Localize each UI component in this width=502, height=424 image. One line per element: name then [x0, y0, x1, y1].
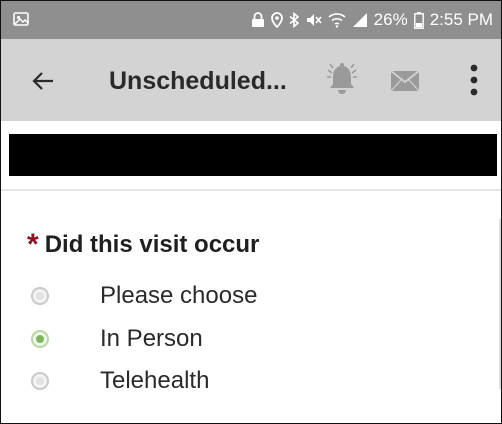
lock-icon	[251, 12, 265, 28]
radio-button-icon[interactable]	[31, 287, 49, 305]
signal-icon	[352, 12, 368, 28]
divider	[1, 189, 501, 191]
radio-option-in-person[interactable]: In Person	[27, 322, 327, 356]
location-icon	[270, 12, 283, 28]
app-screen: 26% 2:55 PM Unscheduled... * Did this vi…	[0, 0, 502, 424]
bell-icon	[327, 63, 357, 94]
adjacent-card-edge	[499, 219, 501, 389]
radio-button-icon[interactable]	[31, 372, 49, 390]
required-marker: *	[27, 228, 39, 261]
overflow-menu-button[interactable]	[459, 57, 489, 103]
mail-icon	[390, 70, 420, 92]
page-title: Unscheduled...	[109, 67, 287, 95]
status-bar: 26% 2:55 PM	[1, 1, 501, 39]
radio-button-selected-icon[interactable]	[31, 330, 49, 348]
more-vert-icon	[470, 64, 478, 96]
battery-icon	[413, 11, 424, 29]
bluetooth-icon	[289, 12, 300, 28]
radio-label: Telehealth	[100, 367, 210, 394]
radio-label: In Person	[100, 325, 203, 352]
question-heading: * Did this visit occur	[27, 225, 259, 265]
status-indicators: 26% 2:55 PM	[251, 1, 493, 39]
redacted-banner	[9, 134, 497, 176]
radio-label: Please choose	[100, 282, 258, 309]
radio-option-please-choose[interactable]: Please choose	[27, 279, 327, 313]
back-button[interactable]	[23, 63, 63, 99]
back-arrow-icon	[32, 72, 53, 90]
app-icon	[13, 11, 29, 27]
app-bar: Unscheduled...	[1, 39, 501, 121]
mute-icon	[306, 12, 322, 28]
wifi-icon	[328, 12, 346, 28]
clock: 2:55 PM	[429, 10, 493, 29]
question-text: Did this visit occur	[44, 231, 260, 258]
messages-button[interactable]	[383, 61, 427, 101]
radio-option-telehealth[interactable]: Telehealth	[27, 364, 327, 398]
battery-percent: 26%	[373, 10, 408, 29]
notifications-button[interactable]	[319, 57, 365, 103]
